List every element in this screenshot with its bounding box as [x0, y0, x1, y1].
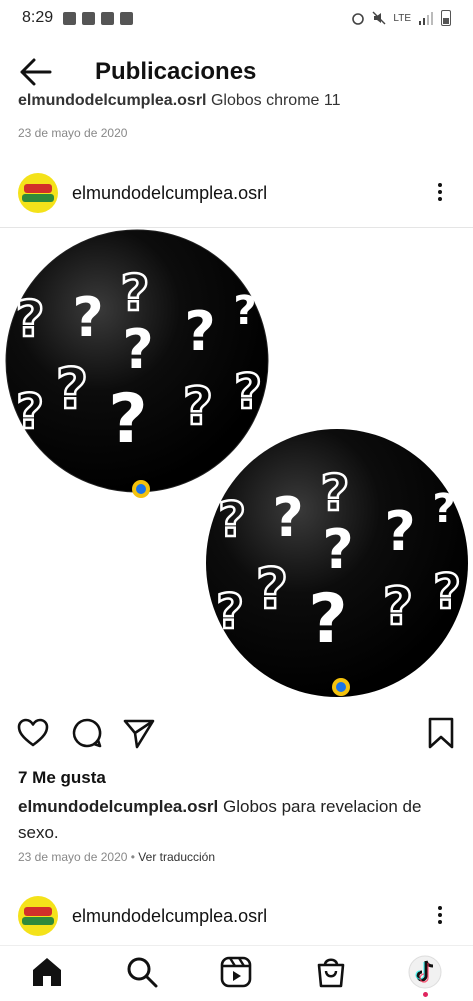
share-send-icon[interactable]	[122, 716, 156, 750]
svg-text:?: ?	[233, 288, 256, 334]
post-actions	[0, 712, 473, 756]
svg-text:?: ?	[218, 492, 246, 548]
like-heart-icon[interactable]	[16, 716, 50, 750]
post-caption: elmundodelcumplea.osrl Globos para revel…	[18, 794, 458, 846]
previous-post-caption-text: Globos chrome 11	[210, 92, 341, 109]
back-arrow-icon[interactable]	[18, 56, 54, 88]
svg-text:?: ?	[256, 557, 288, 622]
previous-post-date: 23 de mayo de 2020	[18, 126, 128, 140]
post-date: 23 de mayo de 2020	[18, 850, 128, 864]
see-translation-link[interactable]: Ver traducción	[138, 850, 215, 864]
shop-icon[interactable]	[313, 954, 349, 990]
notification-icons	[63, 11, 134, 25]
reels-icon[interactable]	[218, 954, 254, 990]
post-username[interactable]: elmundodelcumplea.osrl	[72, 183, 267, 204]
home-icon[interactable]	[29, 954, 65, 990]
svg-text:?: ?	[433, 564, 461, 620]
alarm-icon	[352, 13, 365, 25]
status-time: 8:29	[22, 9, 54, 26]
next-post-avatar[interactable]	[18, 896, 58, 936]
previous-post-username[interactable]: elmundodelcumplea.osrl	[18, 92, 206, 109]
notification-dot	[423, 992, 428, 997]
svg-text:?: ?	[183, 377, 213, 437]
balloon-left: ? ? ? ? ? ? ? ? ? ? ?	[5, 229, 269, 498]
status-right-icons: LTE	[351, 10, 451, 26]
svg-text:?: ?	[384, 500, 415, 563]
battery-icon	[441, 10, 451, 26]
svg-text:?: ?	[320, 464, 349, 522]
bottom-navigation	[0, 945, 473, 1001]
next-more-options-icon[interactable]	[430, 903, 450, 931]
avatar[interactable]	[18, 173, 58, 213]
svg-text:?: ?	[122, 318, 153, 381]
svg-text:?: ?	[56, 357, 88, 422]
caption-username[interactable]: elmundodelcumplea.osrl	[18, 797, 218, 816]
search-icon[interactable]	[124, 954, 160, 990]
next-post-header: elmundodelcumplea.osrl	[0, 893, 473, 943]
profile-avatar[interactable]	[407, 954, 443, 990]
svg-text:?: ?	[216, 584, 244, 640]
svg-text:?: ?	[108, 380, 147, 459]
svg-text:?: ?	[184, 300, 215, 363]
svg-text:?: ?	[383, 577, 413, 637]
likes-count[interactable]: 7 Me gusta	[18, 768, 106, 788]
mute-icon	[372, 11, 386, 25]
post-date-row: 23 de mayo de 2020 • Ver traducción	[18, 850, 216, 864]
status-bar: 8:29 LTE	[0, 0, 473, 36]
post-image[interactable]: ? ? ? ? ? ? ? ? ? ? ? ? ? ? ? ? ? ? ? ? …	[0, 228, 473, 705]
save-bookmark-icon[interactable]	[424, 716, 458, 750]
next-post-username[interactable]: elmundodelcumplea.osrl	[72, 906, 267, 927]
svg-text:?: ?	[16, 384, 44, 440]
svg-text:?: ?	[72, 286, 103, 349]
post-header: elmundodelcumplea.osrl	[0, 170, 473, 220]
svg-text:?: ?	[308, 580, 347, 659]
page-title: Publicaciones	[95, 58, 257, 85]
balloon-right: ? ? ? ? ? ? ? ? ? ? ?	[206, 429, 468, 697]
svg-text:?: ?	[15, 290, 44, 348]
previous-post-caption: elmundodelcumplea.osrl Globos chrome 11	[18, 92, 340, 114]
network-label: LTE	[393, 12, 411, 24]
more-options-icon[interactable]	[430, 180, 450, 208]
svg-text:?: ?	[234, 364, 262, 420]
comment-icon[interactable]	[70, 716, 104, 750]
svg-text:?: ?	[272, 486, 303, 549]
svg-text:?: ?	[120, 264, 149, 322]
signal-icon	[419, 11, 433, 25]
svg-text:?: ?	[432, 486, 455, 532]
svg-text:?: ?	[322, 518, 353, 581]
